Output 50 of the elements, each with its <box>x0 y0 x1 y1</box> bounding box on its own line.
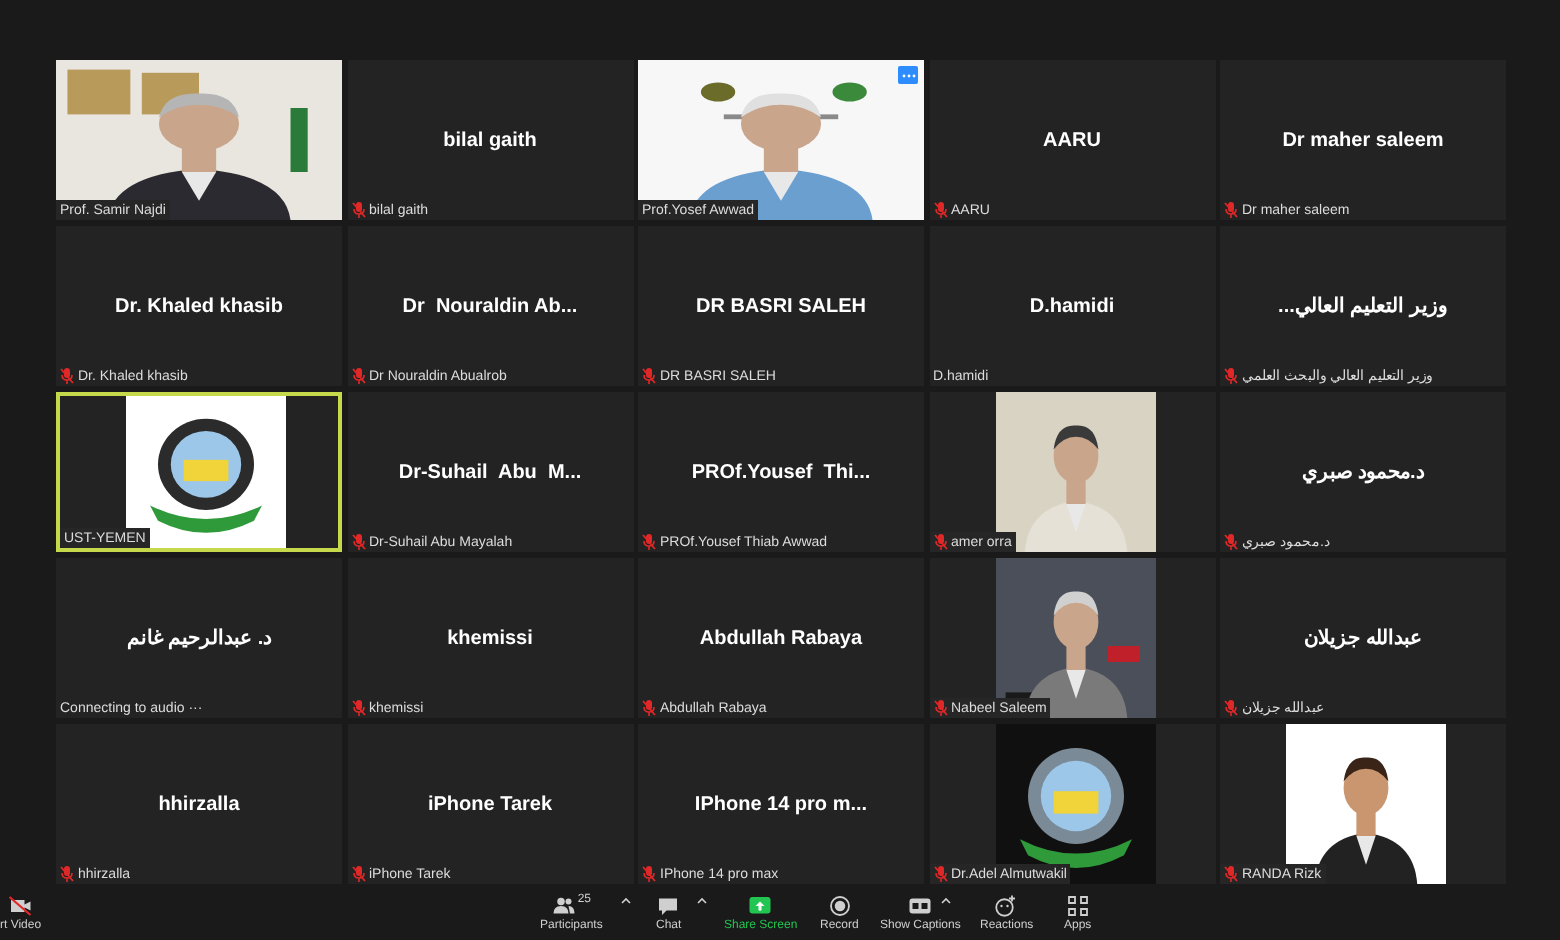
display-name: AARU <box>1043 127 1101 155</box>
muted-mic-icon <box>1224 700 1238 716</box>
muted-mic-icon <box>642 534 656 550</box>
display-name: Abdullah Rabaya <box>699 625 863 653</box>
display-name: عبدالله جزيلان <box>1304 625 1422 653</box>
muted-mic-icon <box>60 368 74 384</box>
muted-mic-icon <box>1224 534 1238 550</box>
muted-mic-icon <box>1224 202 1238 218</box>
caret-icon[interactable] <box>620 896 632 904</box>
display-name: Dr Nouraldin Ab... <box>402 293 578 321</box>
display-name: IPhone 14 pro m... <box>694 791 868 819</box>
display-name: Dr-Suhail Abu M... <box>398 459 582 487</box>
display-name: Dr maher saleem <box>1282 127 1444 155</box>
display-name: iPhone Tarek <box>427 791 553 819</box>
display-name: hhirzalla <box>158 791 240 819</box>
muted-mic-icon <box>642 866 656 882</box>
caret-icon[interactable] <box>696 896 708 904</box>
caret-icon[interactable] <box>940 896 952 904</box>
display-name: DR BASRI SALEH <box>695 293 866 321</box>
camera-off-icon <box>8 893 33 917</box>
muted-mic-icon <box>351 866 365 882</box>
captions-icon <box>908 893 933 917</box>
muted-mic-icon <box>642 700 656 716</box>
muted-mic-icon <box>1224 368 1238 384</box>
display-name: bilal gaith <box>443 127 537 155</box>
chat-bubble-icon <box>656 893 681 917</box>
display-name: د. عبدالرحيم غانم <box>126 625 272 653</box>
smiley-icon <box>994 893 1019 917</box>
muted-mic-icon <box>642 368 656 384</box>
muted-mic-icon <box>351 368 365 384</box>
muted-mic-icon <box>351 700 365 716</box>
muted-mic-icon <box>933 700 947 716</box>
display-name: PROf.Yousef Thi... <box>691 459 871 487</box>
record-icon <box>827 893 852 917</box>
muted-mic-icon <box>933 534 947 550</box>
muted-mic-icon <box>351 534 365 550</box>
muted-mic-icon <box>933 866 947 882</box>
apps-icon <box>1065 893 1090 917</box>
muted-mic-icon <box>933 202 947 218</box>
display-name: khemissi <box>447 625 533 653</box>
display-name: د.محمود صبري <box>1302 459 1424 487</box>
display-name: Dr. Khaled khasib <box>115 293 283 321</box>
more-button[interactable] <box>898 66 918 84</box>
muted-mic-icon <box>60 866 74 882</box>
muted-mic-icon <box>1224 866 1238 882</box>
muted-mic-icon <box>351 202 365 218</box>
share-screen-icon <box>748 893 773 917</box>
display-name: D.hamidi <box>1029 293 1115 321</box>
people-icon <box>551 893 576 917</box>
display-name: وزير التعليم العالي... <box>1278 293 1448 321</box>
